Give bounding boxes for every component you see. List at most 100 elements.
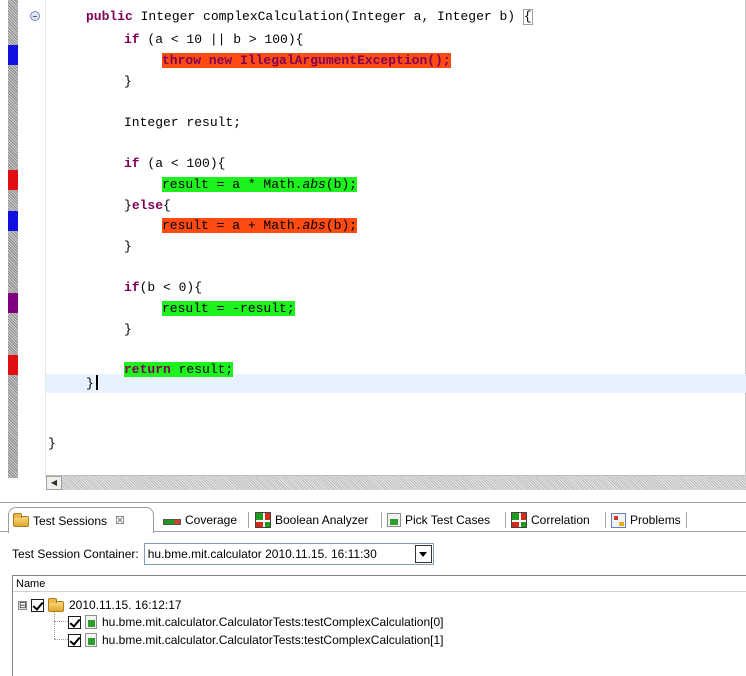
return-value: result;: [170, 362, 234, 377]
text-caret: [95, 375, 98, 390]
test-checkbox[interactable]: [68, 633, 81, 647]
tab-label: Problems: [630, 513, 681, 527]
grid-icon: [255, 512, 271, 528]
if-condition: (a < 10 || b > 100){: [139, 32, 304, 47]
keyword-if: if: [124, 32, 140, 47]
keyword-else: else: [131, 198, 164, 213]
assign-text: (b);: [325, 177, 358, 192]
left-arrow-icon: ◀: [50, 478, 58, 487]
views-tab-bar: Test Sessions ☒ Coverage Boolean Analyze…: [0, 502, 746, 533]
code-line-else: }else{: [124, 197, 171, 214]
gutter-divider: [45, 0, 46, 478]
editor-spacer: [0, 490, 746, 502]
folder-icon: [48, 597, 64, 612]
scroll-left-button[interactable]: ◀: [46, 476, 62, 490]
tree-connector: [54, 639, 68, 640]
if-condition: (a < 100){: [139, 156, 226, 171]
code-line-if-1: if (a < 10 || b > 100){: [124, 31, 303, 48]
test-label: hu.bme.mit.calculator.CalculatorTests:te…: [102, 615, 444, 629]
code-line-if-2: if (a < 100){: [124, 155, 225, 172]
brace: }: [124, 198, 132, 213]
tab-separator: [605, 512, 606, 528]
collapse-icon[interactable]: ⊟: [18, 600, 27, 610]
code-editor[interactable]: public Integer complexCalculation(Intege…: [0, 0, 746, 490]
brace: {: [163, 198, 171, 213]
tab-separator: [381, 512, 382, 528]
method-call-abs: abs: [302, 177, 326, 192]
grid-icon: [511, 512, 527, 528]
code-line-declaration: Integer result;: [124, 115, 242, 130]
tab-label: Coverage: [185, 513, 238, 527]
test-checkbox[interactable]: [68, 615, 81, 629]
uncovered-highlight: result = a + Math.abs(b);: [162, 218, 358, 233]
uncovered-highlight: throw new IllegalArgumentException();: [162, 53, 451, 68]
tree-connector: [54, 621, 68, 622]
covered-highlight: result = -result;: [162, 301, 295, 316]
horizontal-scrollbar[interactable]: ◀: [46, 475, 746, 490]
code-line-class-close: }: [48, 436, 56, 451]
method-signature: Integer complexCalculation(Integer a, In…: [132, 9, 523, 24]
tab-correlation[interactable]: Correlation: [507, 509, 594, 531]
container-value: hu.bme.mit.calculator 2010.11.15. 16:11:…: [147, 547, 377, 561]
folder-icon: [13, 513, 29, 527]
code-line-close: }: [124, 239, 132, 254]
coverage-bar-icon: [163, 519, 181, 525]
overview-ruler[interactable]: [8, 0, 18, 478]
column-header-name[interactable]: Name: [13, 576, 746, 592]
tab-separator: [505, 512, 506, 528]
code-line-close: }: [124, 322, 132, 337]
pick-icon: [387, 513, 401, 527]
covered-highlight: result = a * Math.abs(b);: [162, 177, 358, 192]
tab-label: Test Sessions: [33, 513, 108, 528]
code-line-method-close[interactable]: }: [86, 375, 98, 392]
tree-row-session[interactable]: ⊟ 2010.11.15. 16:12:17: [18, 596, 182, 614]
ruler-marker-partial[interactable]: [8, 170, 18, 190]
session-label: 2010.11.15. 16:12:17: [69, 598, 182, 612]
keyword-if: if: [124, 280, 140, 295]
brace: }: [86, 376, 94, 391]
tab-coverage[interactable]: Coverage: [159, 509, 241, 531]
dropdown-button[interactable]: [414, 545, 432, 563]
matching-bracket: {: [522, 9, 533, 25]
test-case-icon: [85, 615, 97, 629]
fold-collapse-icon[interactable]: [30, 11, 40, 21]
keyword-return: return: [124, 362, 171, 377]
test-case-icon: [85, 633, 97, 647]
ruler-marker-mixed[interactable]: [8, 293, 18, 313]
keyword-public: public: [86, 9, 133, 24]
test-label: hu.bme.mit.calculator.CalculatorTests:te…: [102, 633, 444, 647]
code-line-throw: throw new IllegalArgumentException();: [162, 52, 451, 69]
tab-pick-test-cases[interactable]: Pick Test Cases: [383, 509, 494, 531]
throw-statement: throw new IllegalArgumentException();: [162, 53, 451, 68]
ruler-marker-uncovered[interactable]: [8, 45, 18, 65]
tab-separator: [686, 512, 687, 528]
session-checkbox[interactable]: [31, 598, 44, 612]
code-line-if-3: if(b < 0){: [124, 279, 202, 296]
ruler-marker-uncovered[interactable]: [8, 211, 18, 231]
tab-separator: [248, 512, 249, 528]
code-line-close: }: [124, 74, 132, 89]
tab-problems[interactable]: Problems: [607, 509, 685, 531]
session-container-row: Test Session Container: hu.bme.mit.calcu…: [12, 543, 434, 565]
code-line-assign-2: result = a + Math.abs(b);: [162, 217, 358, 234]
code-line-return: return result;: [124, 361, 234, 378]
session-container-select[interactable]: hu.bme.mit.calculator 2010.11.15. 16:11:…: [143, 543, 434, 565]
close-tab-icon[interactable]: ☒: [115, 511, 125, 531]
tab-boolean-analyzer[interactable]: Boolean Analyzer: [251, 509, 372, 531]
tab-test-sessions[interactable]: Test Sessions ☒: [8, 507, 154, 533]
chevron-down-icon: [419, 551, 428, 557]
tab-label: Correlation: [531, 513, 590, 527]
test-session-tree[interactable]: Name ⊟ 2010.11.15. 16:12:17 hu.bme.mit.c…: [12, 575, 746, 676]
tab-label: Boolean Analyzer: [275, 513, 369, 527]
code-line-assign-3: result = -result;: [162, 300, 295, 317]
code-line-method-signature: public Integer complexCalculation(Intege…: [86, 8, 533, 25]
container-label: Test Session Container:: [12, 547, 139, 561]
assign-text: result = a * Math.: [162, 177, 303, 192]
tree-row-test[interactable]: hu.bme.mit.calculator.CalculatorTests:te…: [68, 631, 443, 649]
ruler-marker-partial[interactable]: [8, 355, 18, 375]
tab-label: Pick Test Cases: [405, 513, 491, 527]
method-call-abs: abs: [302, 218, 326, 233]
if-condition: (b < 0){: [139, 280, 203, 295]
assign-text: result = a + Math.: [162, 218, 303, 233]
tree-row-test[interactable]: hu.bme.mit.calculator.CalculatorTests:te…: [68, 613, 443, 631]
